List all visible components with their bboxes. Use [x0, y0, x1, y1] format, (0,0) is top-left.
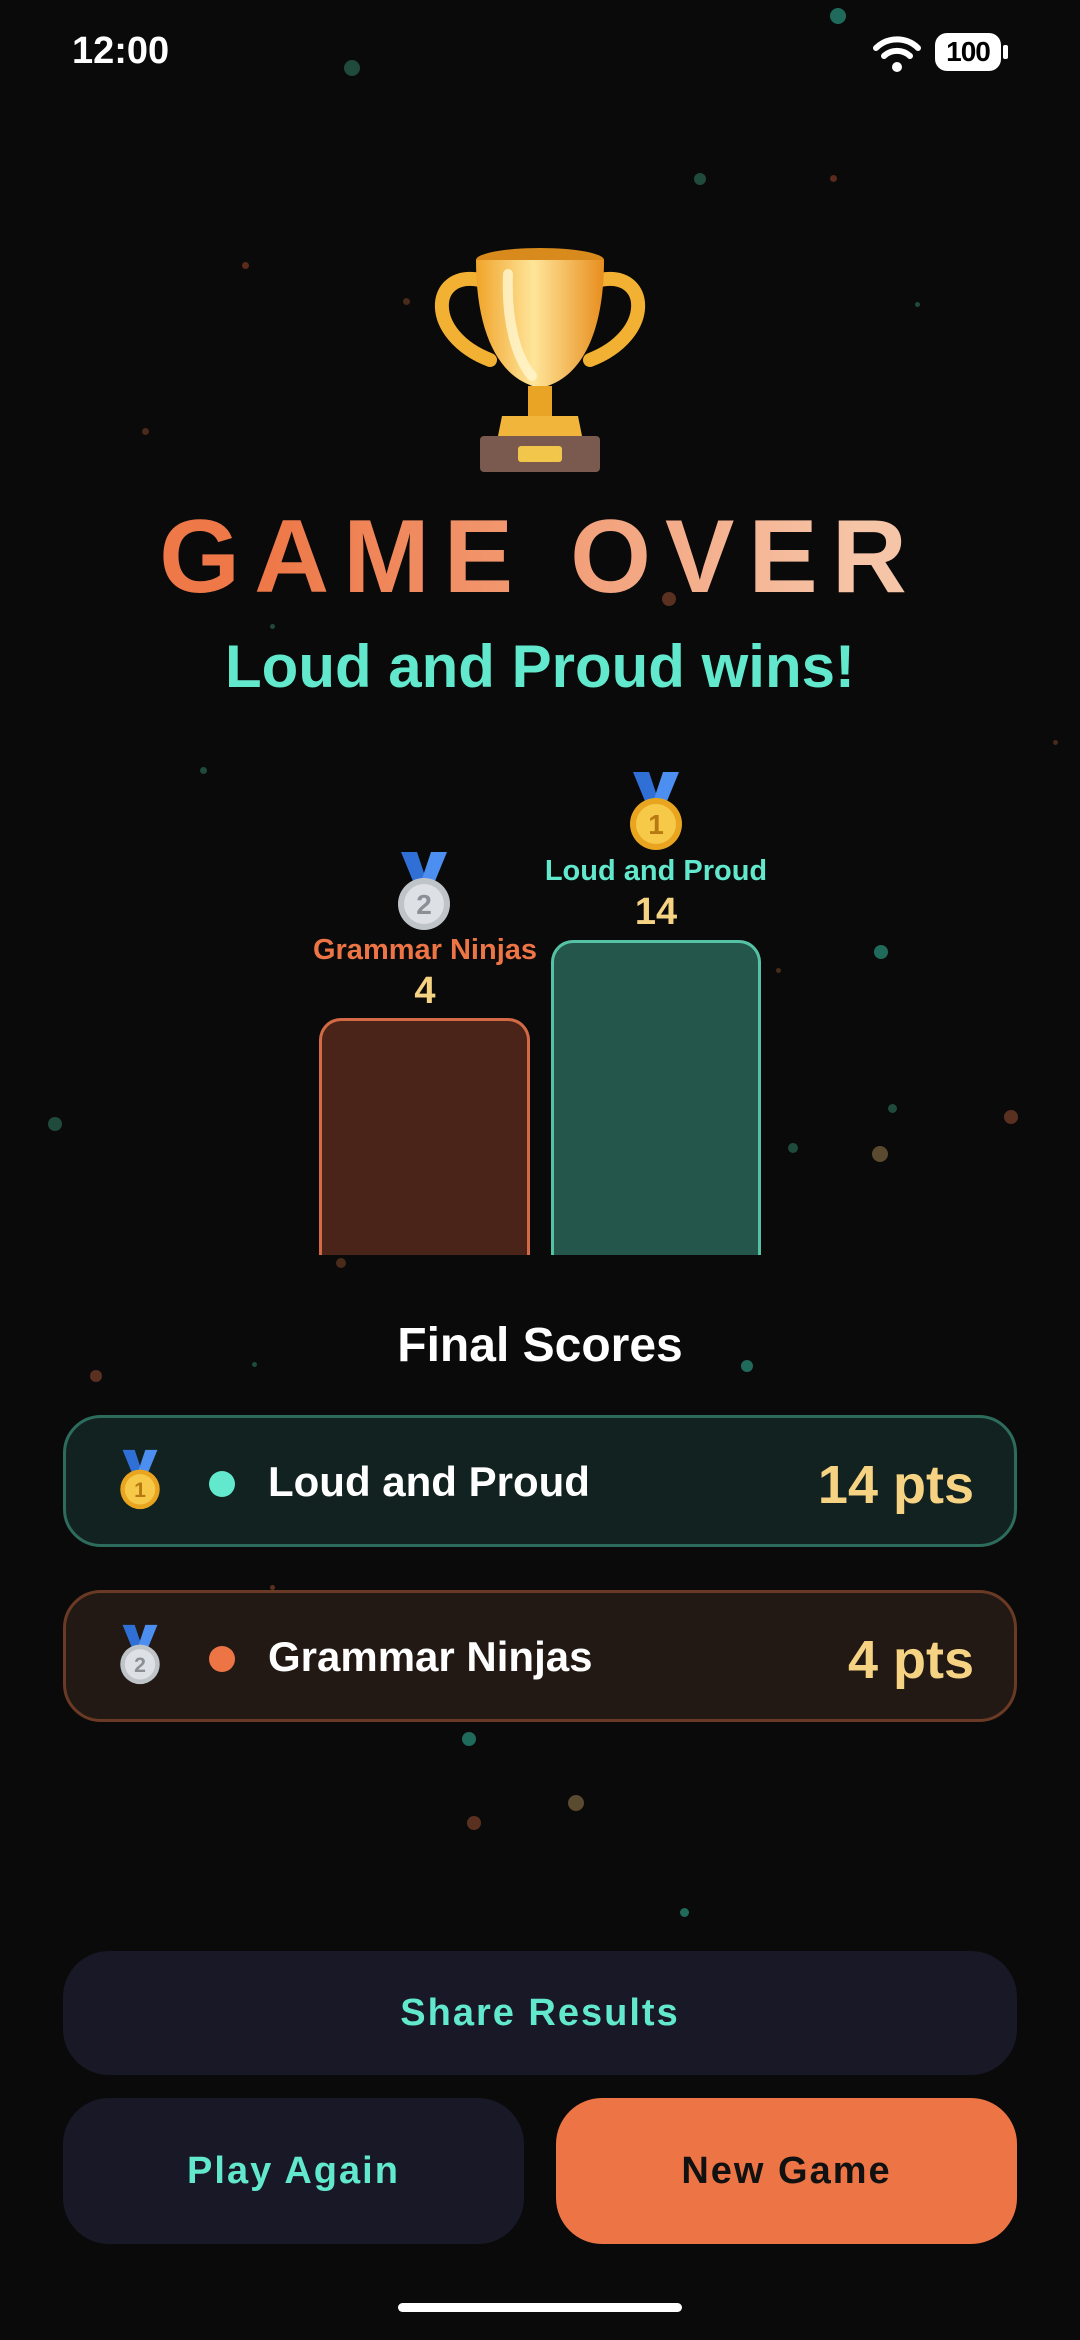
status-bar: 12:00 100	[0, 0, 1080, 110]
confetti-particle	[694, 173, 706, 185]
podium-second-team: Grammar Ninjas	[312, 934, 538, 966]
team-points: 4 pts	[847, 1630, 974, 1690]
svg-text:2: 2	[134, 1653, 146, 1677]
gold-medal-icon: 1	[120, 1449, 160, 1510]
team-points: 14 pts	[817, 1455, 974, 1515]
confetti-particle	[336, 1258, 346, 1268]
podium-bar-second	[319, 1018, 530, 1255]
confetti-particle	[467, 1816, 481, 1830]
confetti-particle	[776, 968, 781, 973]
confetti-particle	[48, 1117, 62, 1131]
confetti-particle	[915, 302, 920, 307]
silver-medal-icon: 2	[120, 1624, 160, 1685]
confetti-particle	[872, 1146, 888, 1162]
team-name: Loud and Proud	[268, 1458, 590, 1505]
team-name: Grammar Ninjas	[268, 1633, 593, 1680]
confetti-particle	[200, 767, 207, 774]
confetti-particle	[142, 428, 149, 435]
podium-first-team: Loud and Proud	[544, 855, 768, 887]
confetti-particle	[888, 1104, 897, 1113]
podium-bar-first	[551, 940, 761, 1255]
score-row-first: 1 Loud and Proud 14 pts	[63, 1415, 1017, 1547]
final-scores-title: Final Scores	[397, 1319, 683, 1372]
confetti-particle	[403, 298, 410, 305]
svg-text:2: 2	[416, 889, 432, 920]
confetti-particle	[788, 1143, 798, 1153]
new-game-button[interactable]: New Game	[556, 2098, 1017, 2244]
team-color-dot	[209, 1471, 235, 1497]
confetti-particle	[830, 175, 837, 182]
confetti-particle	[462, 1732, 476, 1746]
confetti-particle	[242, 262, 249, 269]
podium-second-score: 4	[414, 970, 436, 1012]
battery-icon: 100	[935, 33, 1001, 71]
confetti-particle	[1004, 1110, 1018, 1124]
podium-first-score: 14	[634, 891, 678, 933]
gold-medal-icon: 1	[630, 772, 682, 850]
game-over-title: GAME OVER	[0, 498, 1080, 617]
winner-message: Loud and Proud wins!	[225, 633, 855, 700]
confetti-particle	[568, 1795, 584, 1811]
confetti-particle	[680, 1908, 689, 1917]
wifi-icon	[873, 36, 921, 72]
svg-text:1: 1	[648, 809, 664, 840]
confetti-particle	[270, 624, 275, 629]
confetti-particle	[874, 945, 888, 959]
confetti-particle	[1053, 740, 1058, 745]
team-color-dot	[209, 1646, 235, 1672]
trophy-icon	[434, 248, 646, 472]
battery-tip	[1003, 45, 1008, 59]
score-row-second: 2 Grammar Ninjas 4 pts	[63, 1590, 1017, 1722]
silver-medal-icon: 2	[398, 852, 450, 930]
svg-text:1: 1	[134, 1478, 146, 1502]
game-over-screen: 12:00 100 GAME OVER Loud and Proud wins!	[0, 0, 1080, 2340]
share-results-button[interactable]: Share Results	[63, 1951, 1017, 2075]
play-again-button[interactable]: Play Again	[63, 2098, 524, 2244]
status-time: 12:00	[72, 30, 170, 72]
home-indicator[interactable]	[398, 2303, 682, 2312]
